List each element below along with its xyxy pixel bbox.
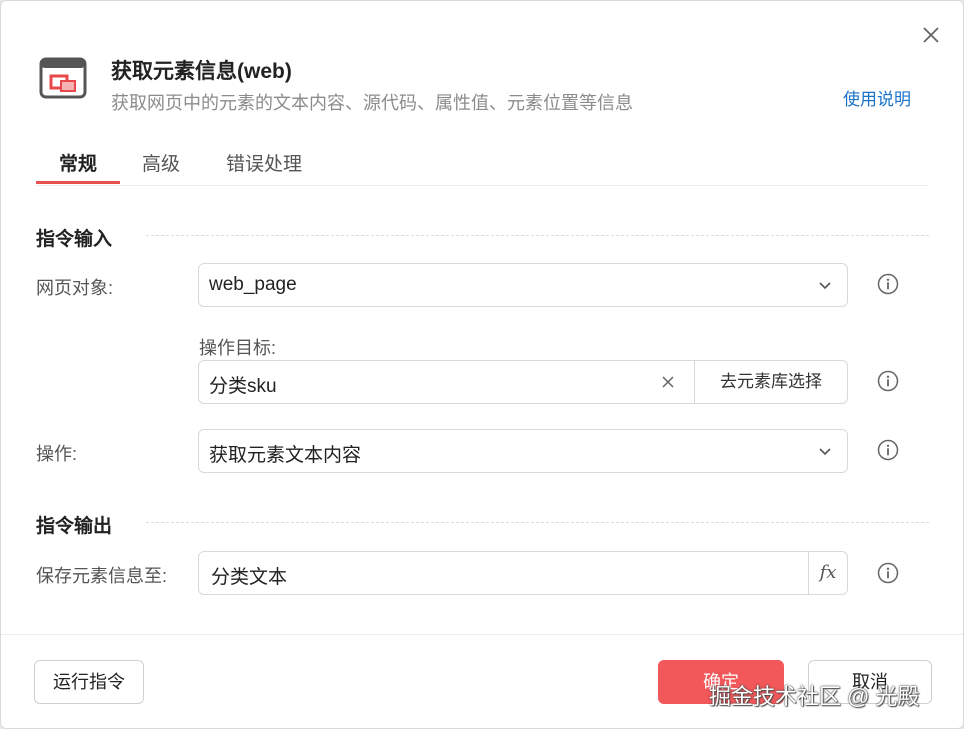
operation-label: 操作: [36, 444, 78, 464]
tab-general[interactable]: 常规 [59, 149, 97, 176]
dialog-subtitle: 获取网页中的元素的文本内容、源代码、属性值、元素位置等信息 [111, 93, 633, 113]
watermark: 掘金技术社区 @ 光殿 [709, 684, 920, 709]
target-value: 分类sku [209, 376, 277, 397]
footer-divider [1, 634, 963, 635]
help-link[interactable]: 使用说明 [843, 85, 911, 110]
chevron-down-icon [819, 282, 831, 290]
tab-advanced[interactable]: 高级 [142, 149, 180, 176]
info-icon[interactable] [877, 439, 899, 461]
web-page-label: 网页对象: [36, 278, 114, 298]
target-field[interactable]: 分类sku 去元素库选择 [198, 360, 848, 404]
active-tab-indicator [36, 181, 120, 184]
info-icon[interactable] [877, 273, 899, 295]
save-to-label: 保存元素信息至: [36, 566, 168, 586]
tab-error-handling[interactable]: 错误处理 [226, 149, 302, 176]
tab-bar: 常规 高级 错误处理 [36, 141, 929, 186]
chevron-down-icon [819, 448, 831, 456]
info-icon[interactable] [877, 370, 899, 392]
section-divider [146, 235, 929, 236]
web-page-value: web_page [209, 274, 297, 295]
section-title-output: 指令输出 [36, 516, 113, 537]
target-label: 操作目标: [199, 338, 277, 358]
instruction-dialog: 获取元素信息(web) 获取网页中的元素的文本内容、源代码、属性值、元素位置等信… [0, 0, 964, 729]
web-page-select[interactable]: web_page [198, 263, 848, 307]
section-divider [146, 522, 929, 523]
save-to-field[interactable]: 分类文本 fx [198, 551, 848, 595]
dialog-title: 获取元素信息(web) [111, 60, 292, 83]
operation-value: 获取元素文本内容 [209, 445, 362, 466]
info-icon[interactable] [877, 562, 899, 584]
save-to-value: 分类文本 [211, 567, 288, 588]
operation-select[interactable]: 获取元素文本内容 [198, 429, 848, 473]
run-instruction-button[interactable]: 运行指令 [34, 660, 144, 704]
fx-button[interactable]: fx [808, 552, 847, 594]
clear-icon[interactable] [659, 373, 677, 391]
browser-element-icon [39, 57, 87, 99]
element-library-button[interactable]: 去元素库选择 [694, 361, 847, 403]
close-icon[interactable] [919, 23, 943, 47]
section-title-input: 指令输入 [36, 229, 113, 250]
